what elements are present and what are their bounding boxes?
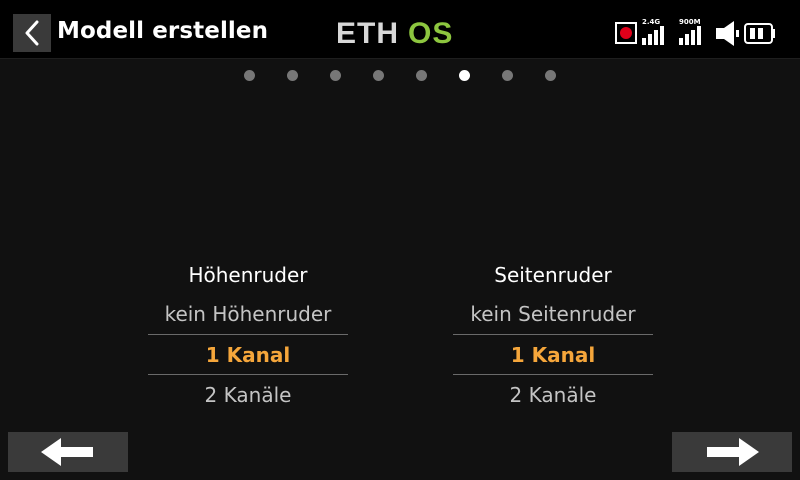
- pager-dot: [244, 70, 255, 81]
- next-button[interactable]: [672, 432, 792, 472]
- elevator-option-none[interactable]: kein Höhenruder: [148, 294, 348, 334]
- arrow-left-icon: [41, 438, 93, 466]
- logo-text-left: ETH: [336, 17, 399, 47]
- arrow-right-icon: [707, 438, 759, 466]
- pager-dot-active: [459, 70, 470, 81]
- rudder-title: Seitenruder: [494, 263, 612, 287]
- record-icon: [615, 22, 637, 44]
- signal-2-4g-label: 2.4G: [642, 18, 660, 26]
- rudder-column: Seitenruder kein Seitenruder 1 Kanal 2 K…: [453, 256, 653, 414]
- pager-dot: [545, 70, 556, 81]
- pager-dot: [330, 70, 341, 81]
- elevator-title: Höhenruder: [188, 263, 308, 287]
- rudder-option-2-channels[interactable]: 2 Kanäle: [453, 374, 653, 414]
- signal-2-4g-icon: 2.4G: [642, 18, 664, 45]
- back-button[interactable]: [13, 14, 51, 52]
- logo-text-right: OS: [408, 17, 453, 47]
- battery-icon: [744, 23, 775, 44]
- signal-900m-label: 900M: [679, 18, 701, 26]
- pager-dot: [416, 70, 427, 81]
- signal-900m-icon: 900M: [679, 18, 701, 45]
- rudder-option-none[interactable]: kein Seitenruder: [453, 294, 653, 334]
- elevator-column: Höhenruder kein Höhenruder 1 Kanal 2 Kan…: [148, 256, 348, 414]
- previous-button[interactable]: [8, 432, 128, 472]
- back-icon: [25, 20, 39, 46]
- speaker-icon: [716, 21, 739, 46]
- pager-dot: [502, 70, 513, 81]
- top-bar: Modell erstellen ETH OS 2.4G 900M: [0, 0, 800, 59]
- elevator-option-1-channel[interactable]: 1 Kanal: [148, 334, 348, 374]
- elevator-option-2-channels[interactable]: 2 Kanäle: [148, 374, 348, 414]
- rudder-option-1-channel[interactable]: 1 Kanal: [453, 334, 653, 374]
- pager-dot: [287, 70, 298, 81]
- ethos-logo: ETH OS: [336, 17, 453, 47]
- page-title: Modell erstellen: [57, 18, 269, 44]
- pager-dot: [373, 70, 384, 81]
- status-icons: 2.4G 900M: [615, 18, 775, 46]
